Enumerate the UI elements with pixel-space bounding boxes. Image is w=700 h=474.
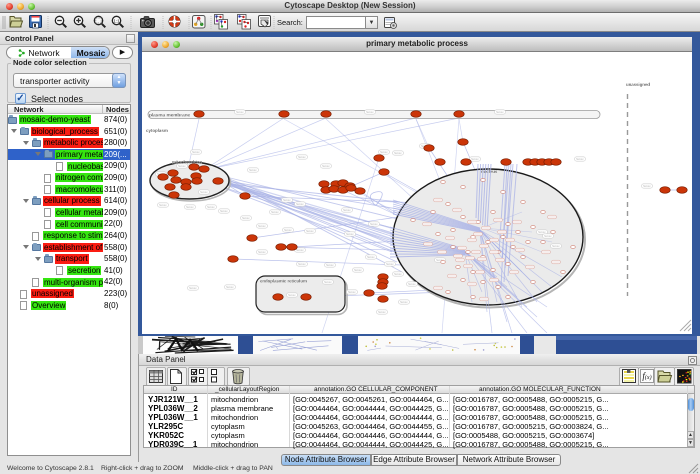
svg-text:1:1: 1:1 [113, 18, 120, 23]
svg-text:Sxxxx: Sxxxx [249, 168, 257, 172]
svg-text:Sxxxx: Sxxxx [178, 164, 186, 168]
svg-text:Sxxxx: Sxxxx [284, 228, 292, 232]
svg-text:Sxxxx: Sxxxx [189, 286, 197, 290]
svg-text:Sxxxx: Sxxxx [471, 157, 479, 161]
svg-text:Sxxxx: Sxxxx [298, 155, 306, 159]
svg-text:Sxxxx: Sxxxx [298, 262, 306, 266]
svg-text:Sxxxx: Sxxxx [394, 151, 402, 155]
svg-text:Sxxxx: Sxxxx [159, 203, 167, 207]
svg-text:Sxxxx: Sxxxx [394, 272, 402, 276]
svg-text:Sxxxx: Sxxxx [220, 209, 228, 213]
svg-text:mitochondrion: mitochondrion [172, 160, 202, 165]
svg-text:Sxxxx: Sxxxx [408, 282, 416, 286]
svg-text:Sxxxx: Sxxxx [544, 234, 552, 238]
svg-text:Sxxxx: Sxxxx [576, 157, 584, 161]
svg-text:Sxxxx: Sxxxx [200, 190, 208, 194]
svg-text:Sxxxx: Sxxxx [496, 110, 504, 114]
svg-text:Sxxxx: Sxxxx [296, 202, 304, 206]
svg-text:Sxxxx: Sxxxx [400, 300, 408, 304]
svg-text:Sxxxx: Sxxxx [242, 216, 250, 220]
svg-text:Sxxxx: Sxxxx [236, 110, 244, 114]
svg-text:Sxxxx: Sxxxx [552, 244, 560, 248]
svg-text:Sxxxx: Sxxxx [258, 250, 266, 254]
svg-text:unassigned: unassigned [626, 82, 650, 87]
svg-text:Sxxxx: Sxxxx [192, 150, 200, 154]
svg-text:Sxxxx: Sxxxx [322, 164, 330, 168]
svg-text:Sxxxx: Sxxxx [283, 198, 291, 202]
svg-text:Sxxxx: Sxxxx [386, 262, 394, 266]
svg-text:Sxxxx: Sxxxx [226, 285, 234, 289]
svg-text:endoplasmic reticulum: endoplasmic reticulum [260, 279, 307, 284]
svg-text:Sxxxx: Sxxxx [306, 229, 314, 233]
svg-text:Sxxxx: Sxxxx [354, 268, 362, 272]
svg-text:Sxxxx: Sxxxx [288, 293, 296, 297]
svg-text:Sxxxx: Sxxxx [370, 222, 378, 226]
svg-text:Sxxxx: Sxxxx [367, 255, 375, 259]
svg-text:Sxxxx: Sxxxx [643, 184, 651, 188]
svg-text:Sxxxx: Sxxxx [207, 205, 215, 209]
svg-text:Sxxxx: Sxxxx [380, 150, 388, 154]
svg-text:Sxxxx: Sxxxx [326, 263, 334, 267]
svg-text:Sxxxx: Sxxxx [324, 280, 332, 284]
svg-text:Sxxxx: Sxxxx [346, 232, 354, 236]
svg-text:Sxxxx: Sxxxx [366, 110, 374, 114]
svg-text:Sxxxx: Sxxxx [186, 205, 194, 209]
svg-text:nucleus: nucleus [481, 169, 498, 174]
svg-text:Sxxxx: Sxxxx [258, 224, 266, 228]
svg-text:cytoplasm: cytoplasm [146, 128, 168, 133]
svg-text:Sxxxx: Sxxxx [296, 248, 304, 252]
svg-text:Sxxxx: Sxxxx [271, 210, 279, 214]
svg-text:Sxxxx: Sxxxx [378, 310, 386, 314]
svg-text:Sxxxx: Sxxxx [348, 290, 356, 294]
svg-text:plasma membrane: plasma membrane [149, 113, 191, 118]
svg-text:Sxxxx: Sxxxx [343, 208, 351, 212]
